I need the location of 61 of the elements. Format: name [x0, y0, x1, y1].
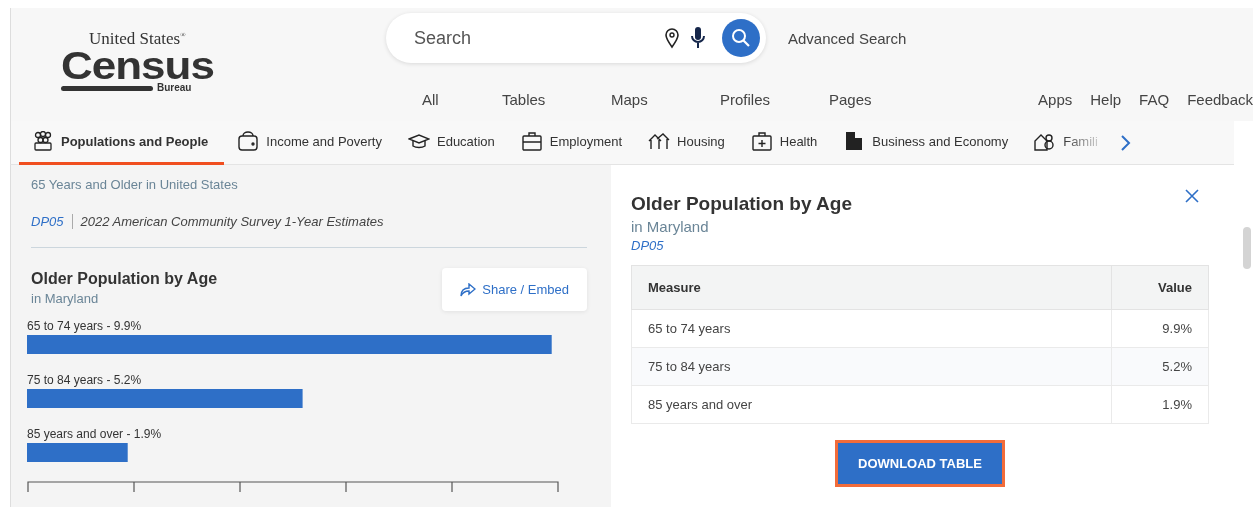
topic-tab[interactable]: Education	[395, 120, 508, 165]
topic-tab[interactable]: Employment	[507, 120, 636, 165]
table-cell: 85 years and over	[631, 385, 1112, 424]
category-label: 85 years and over	[27, 427, 124, 441]
category-label: 65 to 74 years	[27, 319, 104, 333]
search-icon	[731, 28, 751, 48]
briefcase-icon	[520, 131, 543, 151]
nav-link[interactable]: Profiles	[720, 91, 829, 108]
scrollbar-thumb[interactable]	[1243, 227, 1251, 269]
table-cell: 1.9%	[1111, 385, 1209, 424]
nav-link[interactable]: Tables	[502, 91, 611, 108]
location-pin-icon[interactable]	[664, 27, 680, 49]
search-button[interactable]	[722, 19, 760, 57]
chart-title: Older Population by Age	[31, 270, 218, 288]
topic-tab[interactable]: Income and Poverty	[224, 120, 395, 165]
table-cell: 9.9%	[1111, 309, 1209, 348]
table-cell: 5.2%	[1111, 347, 1209, 386]
label-separator: -	[126, 427, 131, 441]
wallet-icon	[237, 131, 260, 151]
nav-link[interactable]: Help	[1090, 91, 1122, 108]
value-label: 9.9%	[113, 319, 142, 333]
value-label: 1.9%	[133, 427, 162, 441]
people-icon	[32, 131, 54, 151]
chevron-right-icon[interactable]	[1118, 133, 1131, 152]
search-field[interactable]: Search	[386, 13, 766, 63]
nav-link[interactable]: FAQ	[1139, 91, 1170, 108]
column-header: Value	[1111, 265, 1209, 310]
microphone-icon[interactable]	[690, 26, 706, 50]
census-logo[interactable]: United States$^{®}$ Census Bureau	[61, 30, 211, 100]
nav-link[interactable]: Pages	[829, 91, 938, 108]
nav-link[interactable]: Feedback	[1187, 91, 1253, 108]
houses-icon	[648, 131, 671, 151]
nav-link[interactable]: All	[422, 91, 502, 108]
table-code-link[interactable]: DP05	[631, 238, 852, 253]
label-separator: -	[106, 319, 111, 333]
topic-tab[interactable]: Health	[737, 120, 831, 165]
label-separator: -	[106, 373, 111, 387]
topic-tab[interactable]: Business and Economy	[830, 120, 1022, 165]
source-text: 2022 American Community Survey 1-Year Estimates	[71, 214, 384, 229]
share-embed-button[interactable]: Share / Embed	[442, 268, 587, 311]
nav-link[interactable]: Apps	[1038, 91, 1073, 108]
search-input[interactable]: Search	[412, 26, 654, 50]
close-icon[interactable]	[1185, 189, 1199, 203]
category-label: 75 to 84 years	[27, 373, 104, 387]
panel-subtitle: in Maryland	[631, 218, 710, 235]
graduation-cap-icon	[408, 131, 430, 151]
column-header: Measure	[631, 265, 1112, 310]
table-cell: 65 to 74 years	[631, 309, 1112, 348]
topic-tab[interactable]: Housing	[635, 120, 738, 165]
value-label: 5.2%	[113, 373, 142, 387]
family-house-icon	[1034, 131, 1057, 151]
chart-subtitle: in Maryland	[31, 291, 100, 306]
statistic-caption: 65 Years and Older in United States	[31, 177, 239, 192]
advanced-search-link[interactable]: Advanced Search	[788, 29, 907, 47]
medical-kit-icon	[750, 131, 773, 151]
table-cell: 75 to 84 years	[631, 347, 1112, 386]
panel-title: Older Population by Age	[631, 193, 852, 215]
nav-link[interactable]: Maps	[611, 91, 720, 108]
download-table-button[interactable]: DOWNLOAD TABLE	[835, 440, 1005, 487]
table-code-link[interactable]: DP05	[31, 214, 64, 229]
share-icon	[460, 282, 477, 297]
